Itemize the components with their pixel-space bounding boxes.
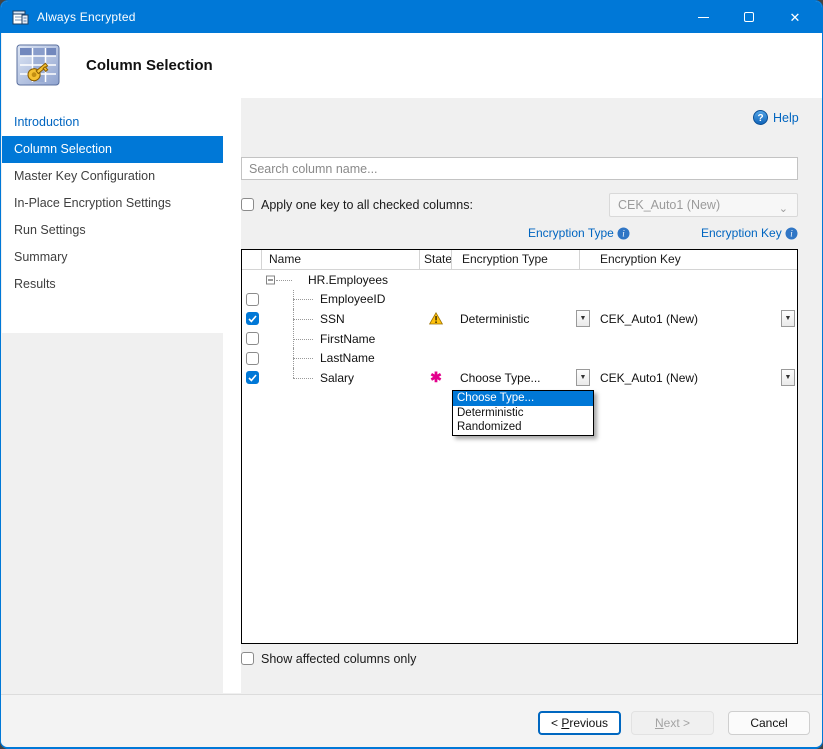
dropdown-option-deterministic[interactable]: Deterministic [453,406,593,421]
wizard-step-list: Introduction Column Selection Master Key… [2,98,223,333]
svg-text:?: ? [757,113,763,124]
chevron-down-icon: ⌄ [779,198,788,220]
dropdown-arrow-icon: ▼ [785,315,792,322]
footer-bar: < Previous Next > Cancel [1,695,823,748]
sidebar-item-run-settings[interactable]: Run Settings [2,217,223,244]
next-button[interactable]: Next > [631,711,714,735]
maximize-icon [744,12,754,22]
cancel-button[interactable]: Cancel [728,711,810,735]
columns-grid: Name State Encryption Type Encryption Ke… [241,249,798,644]
close-button[interactable]: ✕ [772,1,818,33]
help-icon: ? [753,110,768,125]
encryption-key-link[interactable]: Encryption Key [701,226,782,240]
table-row-employeeid[interactable]: EmployeeID [242,290,797,310]
encryption-type-open-dropdown: Choose Type... Deterministic Randomized [452,390,594,436]
grid-header-checkbox-col [242,250,262,269]
warning-icon [429,312,443,325]
help-label: Help [773,111,799,125]
show-affected-columns-label: Show affected columns only [261,652,416,666]
table-name-cell: FirstName [320,332,375,346]
salary-checkbox[interactable] [246,371,259,384]
close-icon: ✕ [790,11,801,24]
minimize-button[interactable] [680,1,726,33]
encryption-type-info-icon[interactable]: i [617,227,630,240]
page-header: Column Selection [2,33,822,98]
table-name-cell: HR.Employees [308,273,388,287]
sidebar-item-in-place-encryption-settings[interactable]: In-Place Encryption Settings [2,190,223,217]
table-row-ssn[interactable]: SSN Deterministic ▼ CEK_Auto1 (New) ▼ [242,309,797,329]
search-input[interactable] [241,157,798,180]
required-asterisk-icon: ✱ [430,369,442,386]
previous-button[interactable]: < Previous [538,711,621,735]
table-row-hr-employees[interactable]: HR.Employees [242,270,797,290]
pane-divider [223,98,241,693]
dropdown-arrow-icon: ▼ [580,315,587,322]
sidebar-item-master-key-configuration[interactable]: Master Key Configuration [2,163,223,190]
encryption-type-link[interactable]: Encryption Type [528,226,614,240]
ssn-encryption-key-dropdown-button[interactable]: ▼ [781,310,795,327]
sidebar-item-summary[interactable]: Summary [2,244,223,271]
show-affected-columns-checkbox[interactable] [241,652,254,665]
check-icon [248,315,257,323]
grid-header-name[interactable]: Name [262,250,420,269]
table-row-salary[interactable]: Salary ✱ Choose Type... ▼ CEK_Auto1 (New… [242,368,797,388]
minimize-icon [698,17,709,18]
table-row-firstname[interactable]: FirstName [242,329,797,349]
grid-header-encryption-key[interactable]: Encryption Key [580,250,797,269]
apply-one-key-label: Apply one key to all checked columns: [261,198,473,212]
firstname-checkbox[interactable] [246,332,259,345]
table-row-lastname[interactable]: LastName [242,348,797,368]
sidebar-item-results[interactable]: Results [2,271,223,298]
cek-combo-disabled: CEK_Auto1 (New) ⌄ [609,193,798,217]
dropdown-option-choose-type[interactable]: Choose Type... [453,391,593,406]
app-icon [12,9,29,26]
apply-one-key-checkbox[interactable] [241,198,254,211]
dropdown-arrow-icon: ▼ [785,374,792,381]
grid-header-row: Name State Encryption Type Encryption Ke… [242,250,797,270]
salary-encryption-type-value: Choose Type... [452,371,541,385]
cek-combo-value: CEK_Auto1 (New) [618,198,720,212]
ssn-encryption-key-value: CEK_Auto1 (New) [592,312,698,326]
employeeid-checkbox[interactable] [246,293,259,306]
ssn-encryption-type-value: Deterministic [452,312,529,326]
page-title: Column Selection [86,57,213,74]
sidebar-item-introduction[interactable]: Introduction [2,109,223,136]
ssn-encryption-type-dropdown-button[interactable]: ▼ [576,310,590,327]
sidebar-item-column-selection[interactable]: Column Selection [2,136,223,163]
lastname-checkbox[interactable] [246,352,259,365]
grid-header-encryption-type[interactable]: Encryption Type [452,250,580,269]
dropdown-option-randomized[interactable]: Randomized [453,420,593,435]
check-icon [248,374,257,382]
always-encrypted-wizard-window: Always Encrypted ✕ [0,0,823,749]
salary-encryption-type-dropdown-button[interactable]: ▼ [576,369,590,386]
maximize-button[interactable] [726,1,772,33]
ssn-checkbox[interactable] [246,312,259,325]
table-name-cell: SSN [320,312,345,326]
grid-header-state[interactable]: State [420,250,452,269]
salary-encryption-key-value: CEK_Auto1 (New) [592,371,698,385]
table-name-cell: EmployeeID [320,292,385,306]
table-name-cell: LastName [320,351,375,365]
salary-encryption-key-dropdown-button[interactable]: ▼ [781,369,795,386]
table-name-cell: Salary [320,371,354,385]
encryption-key-info-icon[interactable]: i [785,227,798,240]
table-key-icon [14,41,62,89]
title-bar: Always Encrypted ✕ [1,1,823,33]
dropdown-arrow-icon: ▼ [580,374,587,381]
collapse-icon[interactable] [266,275,275,284]
help-link[interactable]: ? Help [753,110,799,125]
window-title: Always Encrypted [37,10,136,24]
